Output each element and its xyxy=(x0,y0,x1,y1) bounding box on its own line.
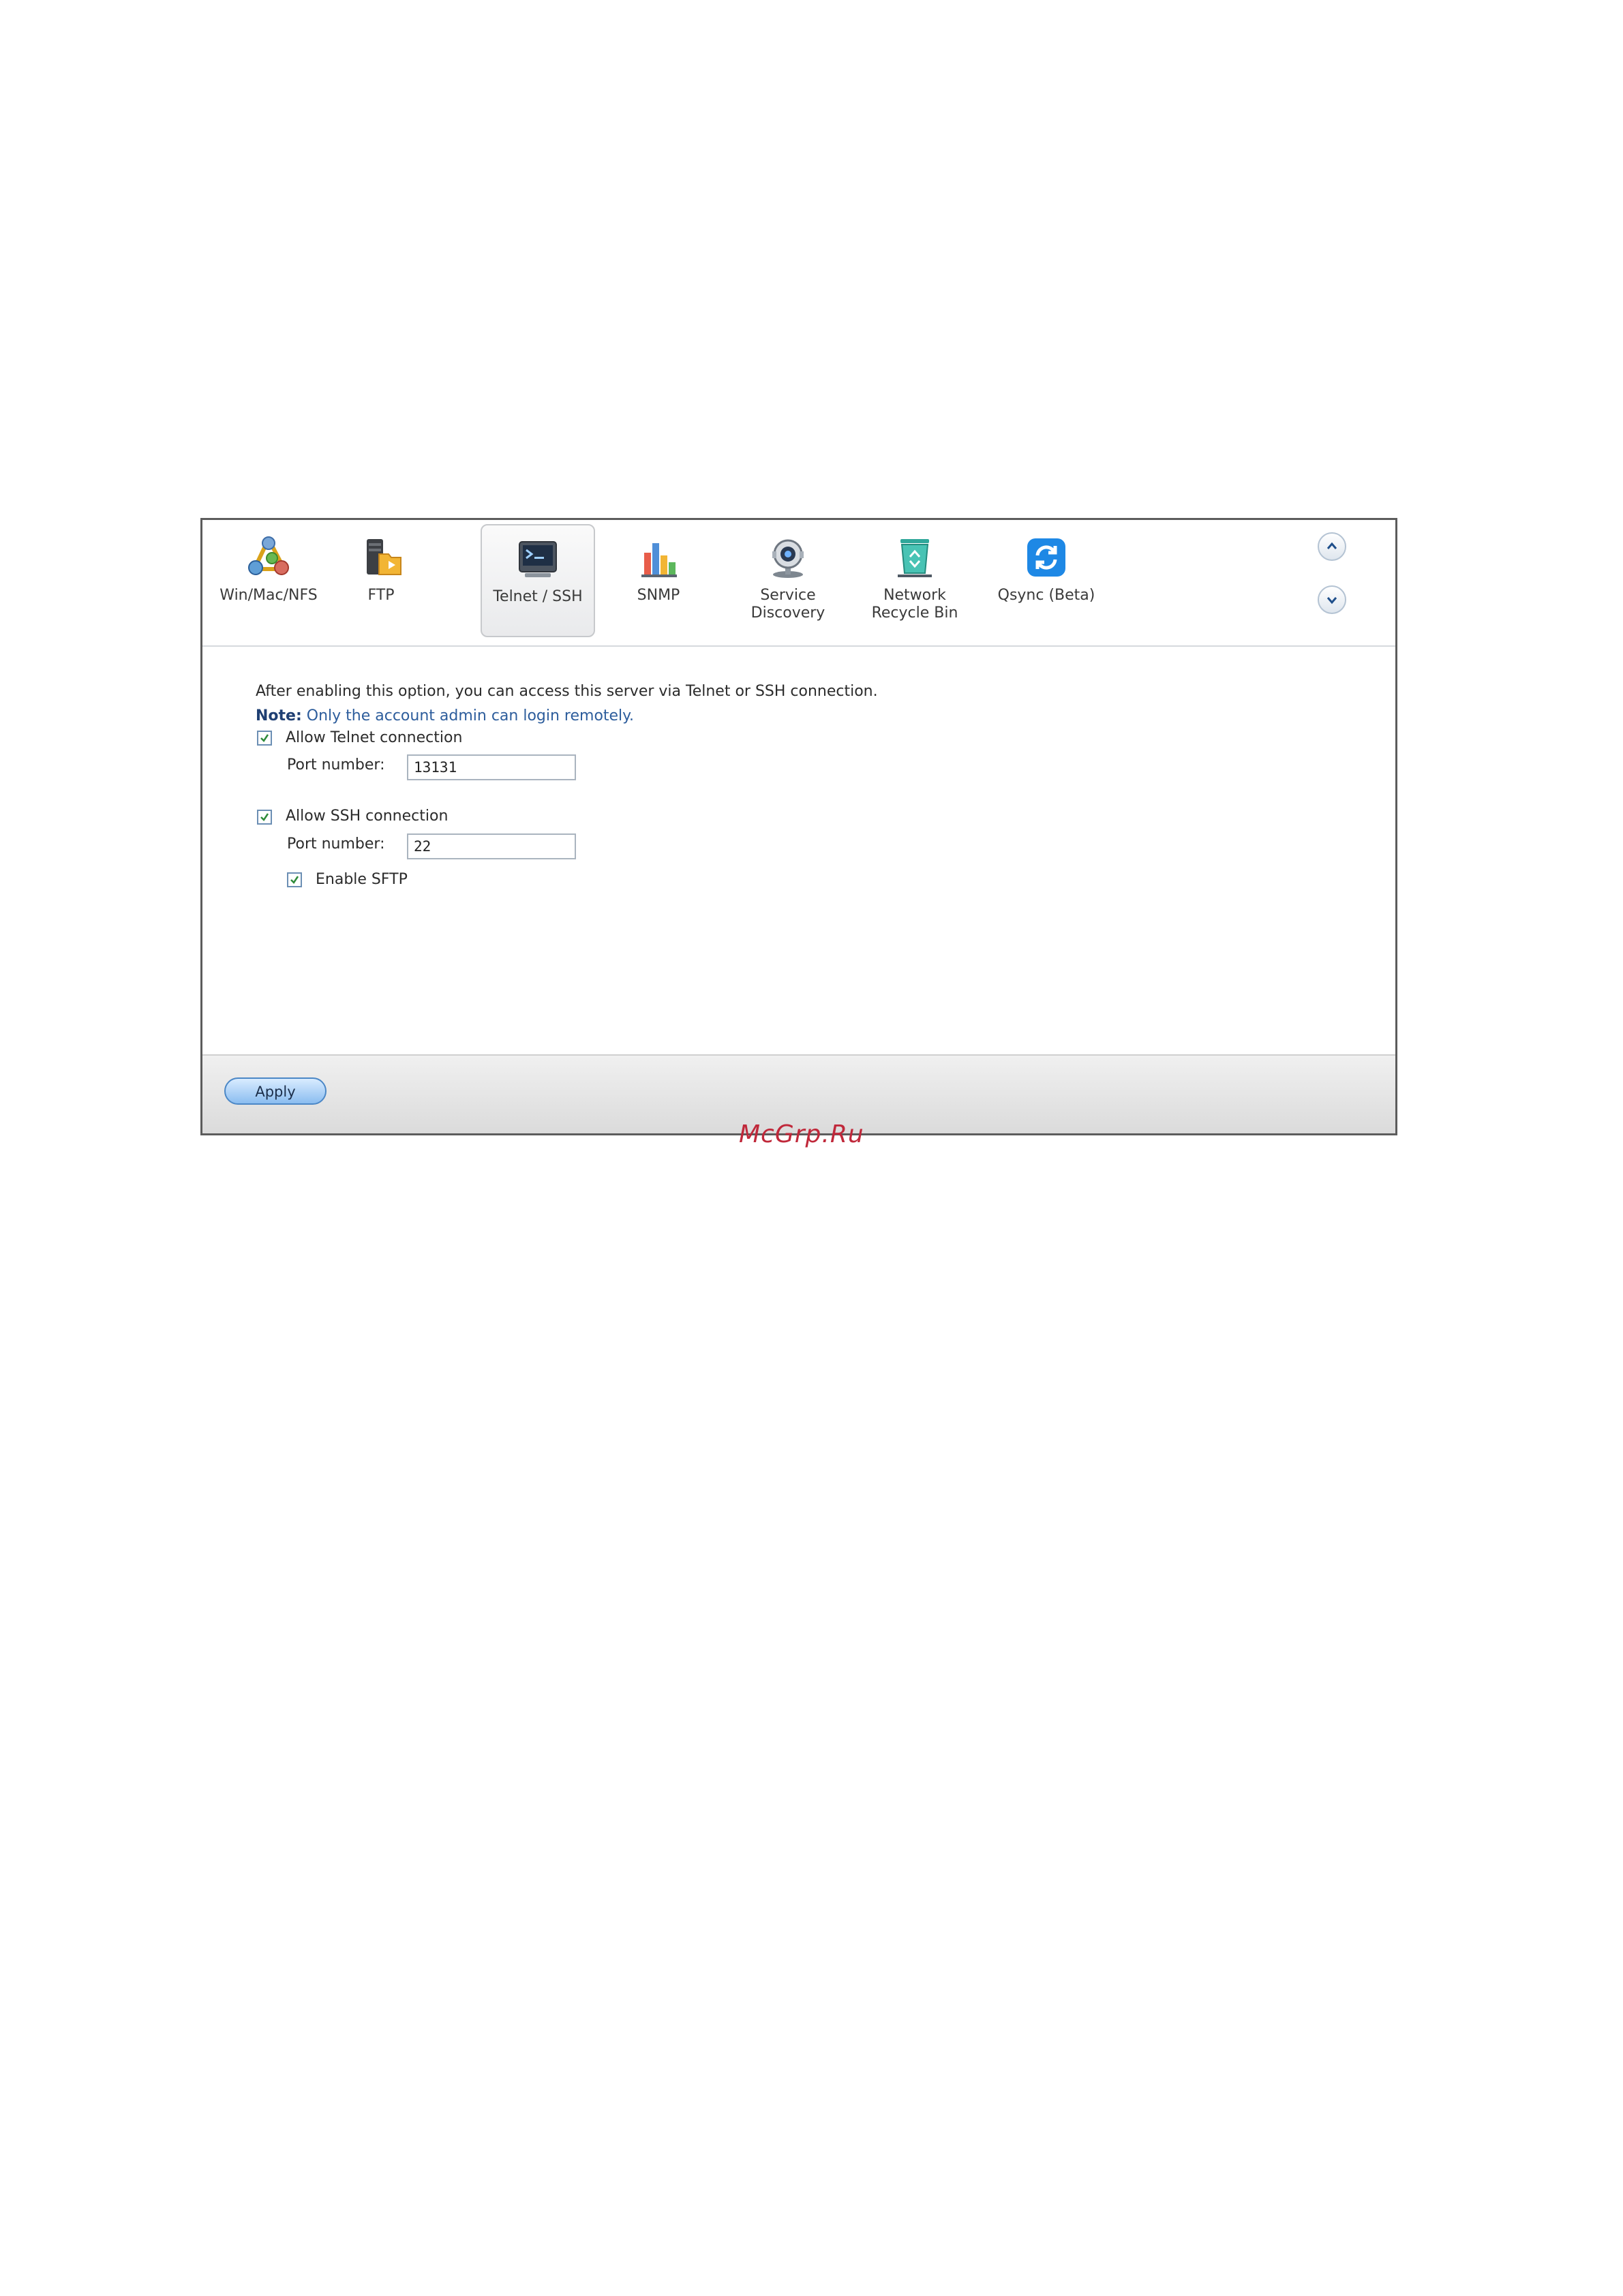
allow-ssh-label: Allow SSH connection xyxy=(286,808,449,825)
telnet-port-input[interactable] xyxy=(407,754,576,780)
tab-label: Network Recycle Bin xyxy=(871,587,958,622)
allow-telnet-checkbox[interactable] xyxy=(257,731,272,746)
allow-telnet-label: Allow Telnet connection xyxy=(286,729,463,746)
note-text: Only the account admin can login remotel… xyxy=(306,707,635,724)
scroll-up-button[interactable] xyxy=(1318,532,1346,561)
ftp-server-icon xyxy=(359,535,404,580)
settings-window: Win/Mac/NFS FTP Telnet / SSH SNMP Servic… xyxy=(200,518,1397,1135)
tab-ftp[interactable]: FTP xyxy=(333,524,429,637)
tab-network-recycle-bin[interactable]: Network Recycle Bin xyxy=(857,524,973,637)
note-label: Note: xyxy=(256,707,302,724)
tab-label: FTP xyxy=(367,587,395,604)
tab-snmp[interactable]: SNMP xyxy=(609,524,708,637)
chevron-up-icon xyxy=(1326,542,1337,549)
recycle-bin-icon xyxy=(892,535,937,580)
telnet-ssh-settings: After enabling this option, you can acce… xyxy=(202,647,1395,1056)
bar-chart-icon xyxy=(636,535,681,580)
telnet-port-label: Port number: xyxy=(287,756,385,774)
tab-qsync-beta[interactable]: Qsync (Beta) xyxy=(985,524,1108,637)
checkmark-icon xyxy=(260,734,269,742)
tab-win-mac-nfs[interactable]: Win/Mac/NFS xyxy=(217,524,320,637)
service-toolbar: Win/Mac/NFS FTP Telnet / SSH SNMP Servic… xyxy=(202,520,1395,647)
terminal-icon xyxy=(515,536,560,581)
chevron-down-icon xyxy=(1326,597,1337,604)
enable-sftp-checkbox[interactable] xyxy=(287,872,302,887)
ssh-port-label: Port number: xyxy=(287,836,385,853)
tab-label: Telnet / SSH xyxy=(493,588,583,605)
checkmark-icon xyxy=(290,876,299,884)
sync-icon xyxy=(1024,535,1069,580)
description-text: After enabling this option, you can acce… xyxy=(256,683,878,700)
tab-label: SNMP xyxy=(637,587,680,604)
tab-label: Service Discovery xyxy=(750,587,825,622)
tab-label: Win/Mac/NFS xyxy=(219,587,318,604)
allow-ssh-checkbox[interactable] xyxy=(257,810,272,825)
note-line: Note: Only the account admin can login r… xyxy=(256,707,634,726)
enable-sftp-label: Enable SFTP xyxy=(316,871,408,888)
ssh-port-input[interactable] xyxy=(407,833,576,859)
watermark: McGrp.Ru xyxy=(739,1120,864,1148)
tab-service-discovery[interactable]: Service Discovery xyxy=(730,524,846,637)
tab-label: Qsync (Beta) xyxy=(997,587,1095,604)
checkmark-icon xyxy=(260,813,269,821)
scroll-down-button[interactable] xyxy=(1318,585,1346,614)
webcam-icon xyxy=(765,535,810,580)
tab-telnet-ssh[interactable]: Telnet / SSH xyxy=(481,524,595,637)
apply-button[interactable]: Apply xyxy=(224,1077,327,1105)
network-share-icon xyxy=(246,535,291,580)
